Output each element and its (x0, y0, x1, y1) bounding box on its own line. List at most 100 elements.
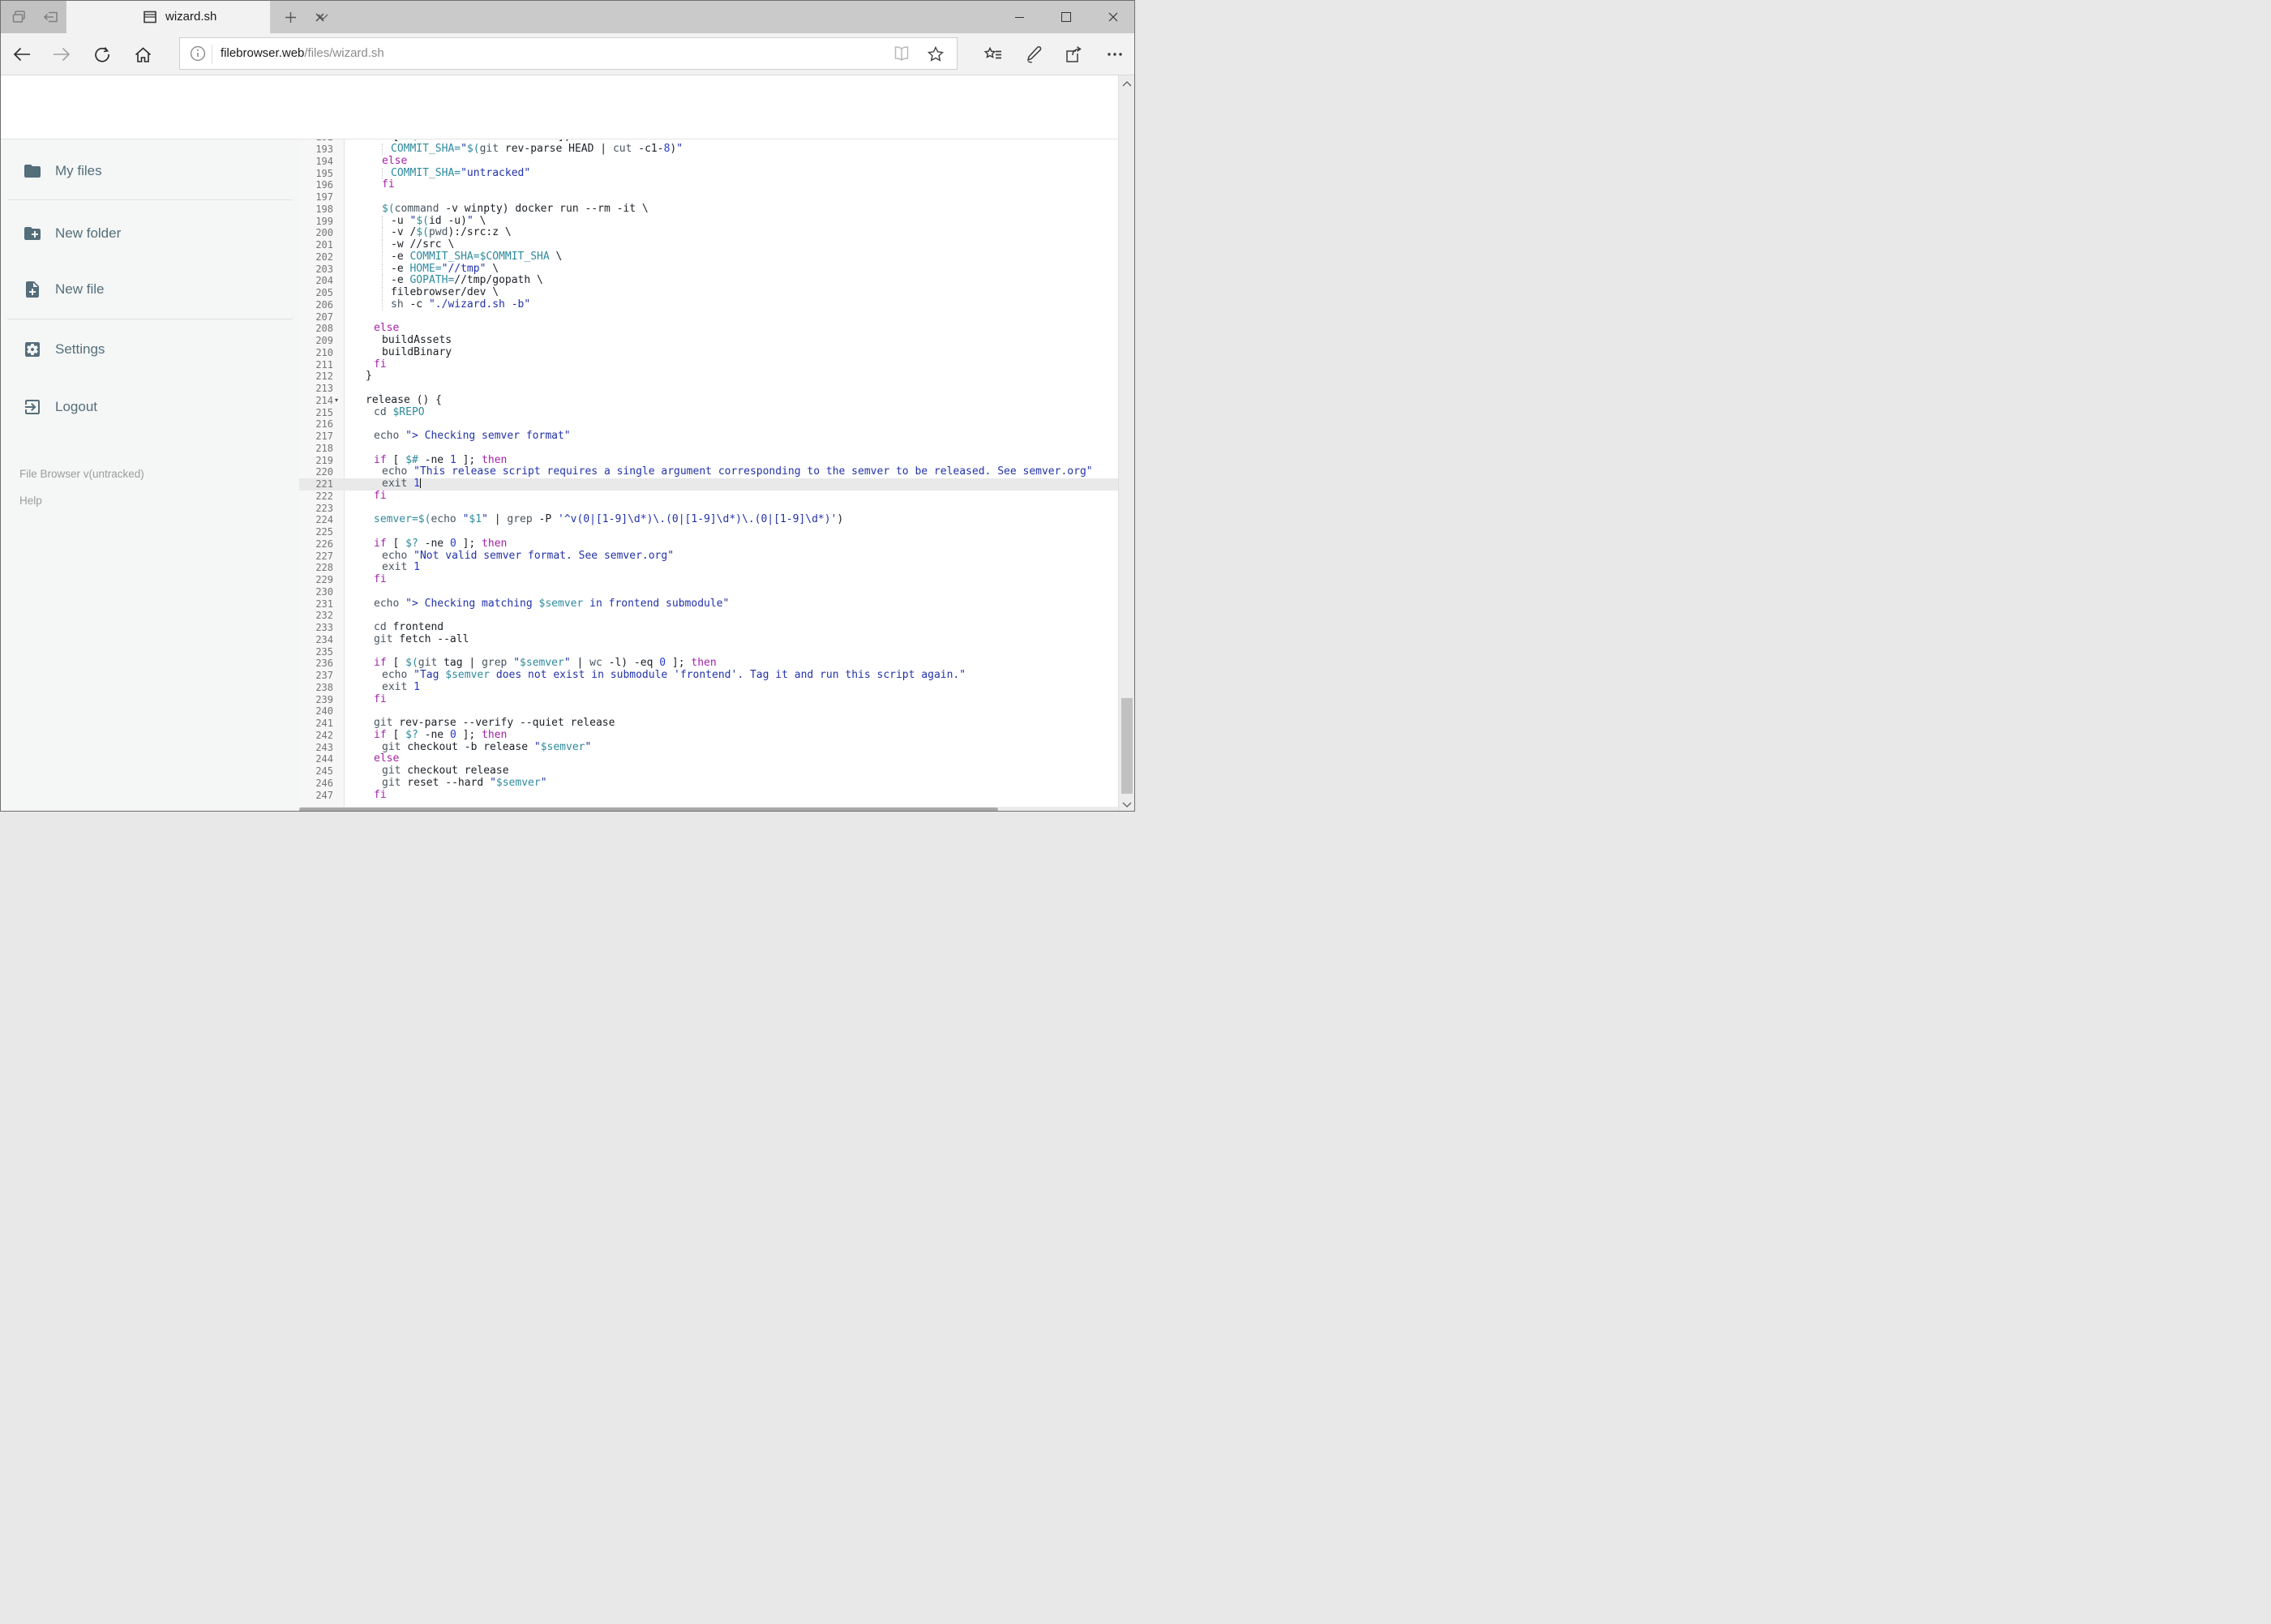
code-line[interactable]: 221 exit 1 (1, 478, 1118, 491)
code-line[interactable]: 246 git reset --hard "$semver" (1, 777, 1118, 790)
code-line[interactable]: 193 COMMIT_SHA="$(git rev-parse HEAD | cu… (1, 143, 1118, 156)
browser-tab-wizard-sh[interactable]: wizard.sh (66, 1, 324, 33)
favorites-hub-button[interactable] (977, 38, 1009, 71)
code-line[interactable]: 209 buildAssets (1, 334, 1118, 347)
line-number: 231 (315, 598, 333, 610)
code-line[interactable]: 247 fi (1, 789, 1118, 802)
code-line[interactable]: 228 exit 1 (1, 561, 1118, 574)
page-scrollbar[interactable] (1118, 75, 1134, 811)
vertical-scroll-thumb[interactable] (1121, 698, 1133, 794)
forward-button[interactable] (45, 38, 78, 71)
code-line[interactable]: 215 cd $REPO (1, 406, 1118, 419)
fold-marker-icon[interactable]: ▾ (335, 395, 338, 407)
code-line[interactable]: 238 exit 1 (1, 681, 1118, 694)
new-tab-button[interactable] (278, 1, 302, 33)
add-favorite-button[interactable] (926, 44, 945, 63)
reading-view-button[interactable] (892, 44, 911, 63)
close-icon (1108, 12, 1118, 22)
tab-preview-icon (12, 10, 28, 25)
code-line[interactable]: 207 (1, 311, 1118, 324)
address-bar[interactable]: filebrowser.web/files/wizard.sh (179, 37, 958, 70)
code-line[interactable]: 230 (1, 586, 1118, 598)
code-line[interactable]: 233 cd frontend (1, 621, 1118, 634)
tab-preview-button[interactable] (4, 1, 35, 33)
line-number: 206 (315, 298, 333, 311)
line-number: 198 (315, 203, 333, 215)
code-line[interactable]: 236 if [ $(git tag | grep "$semver" | wc … (1, 657, 1118, 670)
star-icon (928, 45, 944, 62)
line-number: 222 (315, 490, 333, 502)
code-line[interactable]: 194 else (1, 155, 1118, 168)
code-line[interactable]: 217 echo "> Checking semver format" (1, 430, 1118, 443)
code-line[interactable]: 205 filebrowser/dev \ (1, 286, 1118, 299)
forward-icon (54, 47, 71, 62)
more-options-button[interactable] (1099, 38, 1131, 71)
line-number: 232 (315, 610, 333, 622)
code-line[interactable]: 212} (1, 370, 1118, 383)
code-line[interactable]: 245 git checkout release (1, 765, 1118, 778)
code-line[interactable]: 229 fi (1, 573, 1118, 586)
site-info-button[interactable] (188, 44, 208, 63)
window-close-button[interactable] (1095, 1, 1132, 33)
line-number: 201 (315, 239, 333, 251)
share-button[interactable] (1057, 38, 1090, 71)
line-number: 239 (315, 693, 333, 705)
code-line[interactable]: 204 -e GOPATH=//tmp/gopath \ (1, 274, 1118, 287)
code-line[interactable]: 210 buildBinary (1, 346, 1118, 359)
code-line[interactable]: 239 fi (1, 693, 1118, 706)
scroll-down-button[interactable] (1119, 798, 1134, 811)
line-number: 196 (315, 179, 333, 191)
code-line[interactable]: 225 (1, 526, 1118, 538)
code-line[interactable]: 219 if [ $# -ne 1 ]; then (1, 454, 1118, 467)
code-line[interactable]: 220 echo "This release script requires a … (1, 465, 1118, 478)
code-line[interactable]: 214 ▾ release () { (1, 394, 1118, 407)
code-line[interactable]: 224 semver=$(echo "$1" | grep -P '^v(0|[1… (1, 513, 1118, 526)
editor-horizontal-scrollbar[interactable] (299, 807, 1118, 811)
code-line[interactable]: 241 git rev-parse --verify --quiet releas… (1, 717, 1118, 730)
code-line[interactable]: 201 -w //src \ (1, 238, 1118, 251)
maximize-icon (1061, 12, 1071, 22)
code-line[interactable]: 197 (1, 191, 1118, 204)
code-line[interactable]: 237 echo "Tag $semver does not exist in s… (1, 669, 1118, 682)
code-line[interactable]: 196 fi (1, 178, 1118, 191)
code-line[interactable]: 234 git fetch --all (1, 633, 1118, 646)
code-line[interactable]: 232 (1, 610, 1118, 622)
web-note-button[interactable] (1017, 38, 1049, 71)
code-line[interactable]: 203 -e HOME="//tmp" \ (1, 263, 1118, 276)
code-line[interactable]: 235 (1, 646, 1118, 658)
code-line[interactable]: 218 (1, 443, 1118, 455)
set-tabs-aside-button[interactable] (36, 1, 66, 33)
window-maximize-button[interactable] (1048, 1, 1085, 33)
code-line[interactable]: 211 fi (1, 358, 1118, 371)
code-line[interactable]: 222 fi (1, 490, 1118, 503)
code-line[interactable]: 243 git checkout -b release "$semver" (1, 741, 1118, 754)
refresh-button[interactable] (86, 38, 118, 71)
code-line[interactable]: 198 $(command -v winpty) docker run --rm … (1, 203, 1118, 216)
line-number: 193 (315, 144, 333, 155)
back-button[interactable] (6, 38, 38, 71)
code-line[interactable]: 206 sh -c "./wizard.sh -b" (1, 298, 1118, 311)
code-line[interactable]: 223 (1, 503, 1118, 515)
code-line[interactable]: 227 echo "Not valid semver format. See se… (1, 550, 1118, 563)
home-button[interactable] (126, 38, 159, 71)
code-line[interactable]: 244 else (1, 752, 1118, 765)
horizontal-scroll-thumb[interactable] (299, 808, 998, 811)
scroll-up-button[interactable] (1119, 77, 1134, 90)
code-line[interactable]: 213 (1, 383, 1118, 395)
code-line[interactable]: 199 -u "$(id -u)" \ (1, 215, 1118, 228)
code-editor[interactable]: 192if [ "$useDocker" != "false" ]; then1… (1, 139, 1118, 811)
code-line[interactable]: 231 echo "> Checking matching $semver in … (1, 598, 1118, 611)
code-line[interactable]: 195 COMMIT_SHA="untracked" (1, 167, 1118, 180)
code-line[interactable]: 200 -v /$(pwd):/src:z \ (1, 226, 1118, 239)
code-line[interactable]: 240 (1, 705, 1118, 718)
tab-indent-guide (382, 144, 391, 155)
code-line[interactable]: 216 (1, 418, 1118, 431)
code-line[interactable]: 242 if [ $? -ne 0 ]; then (1, 729, 1118, 742)
code-line[interactable]: 208 else (1, 322, 1118, 335)
line-number: 207 (315, 311, 333, 323)
code-line[interactable]: 202 -e COMMIT_SHA=$COMMIT_SHA \ (1, 251, 1118, 264)
page-doc-icon (143, 10, 157, 24)
tab-list-dropdown[interactable] (311, 1, 335, 33)
code-line[interactable]: 226 if [ $? -ne 0 ]; then (1, 538, 1118, 551)
window-minimize-button[interactable] (1001, 1, 1038, 33)
